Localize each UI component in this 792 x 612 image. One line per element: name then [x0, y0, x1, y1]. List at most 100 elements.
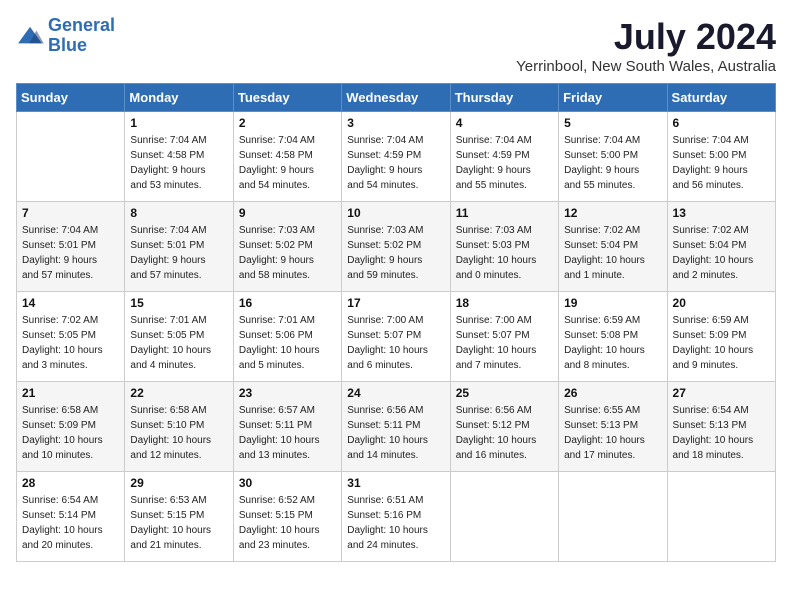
calendar-cell: 22 Sunrise: 6:58 AMSunset: 5:10 PMDayligh… [125, 382, 233, 472]
day-info: Sunrise: 7:03 AMSunset: 5:02 PMDaylight:… [239, 223, 336, 283]
day-number: 15 [130, 296, 227, 310]
day-info: Sunrise: 6:59 AMSunset: 5:09 PMDaylight:… [673, 313, 770, 373]
day-info: Sunrise: 7:04 AMSunset: 4:59 PMDaylight:… [347, 133, 444, 193]
day-number: 21 [22, 386, 119, 400]
day-info: Sunrise: 7:04 AMSunset: 4:58 PMDaylight:… [130, 133, 227, 193]
day-number: 28 [22, 476, 119, 490]
day-number: 4 [456, 116, 553, 130]
day-number: 27 [673, 386, 770, 400]
day-number: 17 [347, 296, 444, 310]
calendar-cell: 23 Sunrise: 6:57 AMSunset: 5:11 PMDayligh… [233, 382, 341, 472]
logo-text: General Blue [48, 16, 115, 56]
day-number: 8 [130, 206, 227, 220]
calendar-cell: 7 Sunrise: 7:04 AMSunset: 5:01 PMDaylight… [17, 202, 125, 292]
day-number: 16 [239, 296, 336, 310]
calendar-week-5: 28 Sunrise: 6:54 AMSunset: 5:14 PMDayligh… [17, 472, 776, 562]
calendar-week-1: 1 Sunrise: 7:04 AMSunset: 4:58 PMDaylight… [17, 112, 776, 202]
day-number: 22 [130, 386, 227, 400]
day-number: 31 [347, 476, 444, 490]
day-info: Sunrise: 7:04 AMSunset: 5:00 PMDaylight:… [564, 133, 661, 193]
title-block: July 2024 Yerrinbool, New South Wales, A… [516, 16, 776, 75]
day-info: Sunrise: 7:01 AMSunset: 5:05 PMDaylight:… [130, 313, 227, 373]
calendar-cell: 4Sunrise: 7:04 AMSunset: 4:59 PMDaylight… [450, 112, 558, 202]
page-header: General Blue July 2024 Yerrinbool, New S… [16, 16, 776, 75]
col-header-sunday: Sunday [17, 84, 125, 112]
day-info: Sunrise: 7:04 AMSunset: 4:58 PMDaylight:… [239, 133, 336, 193]
calendar-cell: 1 Sunrise: 7:04 AMSunset: 4:58 PMDaylight… [125, 112, 233, 202]
calendar-cell: 29Sunrise: 6:53 AMSunset: 5:15 PMDayligh… [125, 472, 233, 562]
day-info: Sunrise: 6:54 AMSunset: 5:14 PMDaylight:… [22, 493, 119, 553]
day-info: Sunrise: 7:04 AMSunset: 5:01 PMDaylight:… [22, 223, 119, 283]
day-number: 29 [130, 476, 227, 490]
day-info: Sunrise: 7:00 AMSunset: 5:07 PMDaylight:… [456, 313, 553, 373]
calendar-cell [667, 472, 775, 562]
day-info: Sunrise: 7:04 AMSunset: 5:01 PMDaylight:… [130, 223, 227, 283]
day-info: Sunrise: 7:00 AMSunset: 5:07 PMDaylight:… [347, 313, 444, 373]
calendar-cell: 11Sunrise: 7:03 AMSunset: 5:03 PMDayligh… [450, 202, 558, 292]
col-header-tuesday: Tuesday [233, 84, 341, 112]
day-info: Sunrise: 6:59 AMSunset: 5:08 PMDaylight:… [564, 313, 661, 373]
calendar-body: 1 Sunrise: 7:04 AMSunset: 4:58 PMDaylight… [17, 112, 776, 562]
calendar-cell: 24Sunrise: 6:56 AMSunset: 5:11 PMDayligh… [342, 382, 450, 472]
day-info: Sunrise: 7:03 AMSunset: 5:02 PMDaylight:… [347, 223, 444, 283]
calendar-cell: 15 Sunrise: 7:01 AMSunset: 5:05 PMDayligh… [125, 292, 233, 382]
day-number: 23 [239, 386, 336, 400]
day-info: Sunrise: 7:04 AMSunset: 5:00 PMDaylight:… [673, 133, 770, 193]
col-header-saturday: Saturday [667, 84, 775, 112]
calendar-cell: 25 Sunrise: 6:56 AMSunset: 5:12 PMDayligh… [450, 382, 558, 472]
day-info: Sunrise: 6:56 AMSunset: 5:12 PMDaylight:… [456, 403, 553, 463]
day-info: Sunrise: 6:51 AMSunset: 5:16 PMDaylight:… [347, 493, 444, 553]
day-number: 9 [239, 206, 336, 220]
location-title: Yerrinbool, New South Wales, Australia [516, 58, 776, 75]
calendar-cell: 5 Sunrise: 7:04 AMSunset: 5:00 PMDaylight… [559, 112, 667, 202]
day-info: Sunrise: 6:57 AMSunset: 5:11 PMDaylight:… [239, 403, 336, 463]
calendar-cell: 27Sunrise: 6:54 AMSunset: 5:13 PMDayligh… [667, 382, 775, 472]
calendar-cell: 12Sunrise: 7:02 AMSunset: 5:04 PMDayligh… [559, 202, 667, 292]
day-number: 14 [22, 296, 119, 310]
day-number: 1 [130, 116, 227, 130]
day-number: 5 [564, 116, 661, 130]
day-number: 6 [673, 116, 770, 130]
col-header-thursday: Thursday [450, 84, 558, 112]
day-number: 2 [239, 116, 336, 130]
day-number: 7 [22, 206, 119, 220]
day-number: 20 [673, 296, 770, 310]
calendar-week-4: 21Sunrise: 6:58 AMSunset: 5:09 PMDayligh… [17, 382, 776, 472]
day-number: 26 [564, 386, 661, 400]
day-info: Sunrise: 7:01 AMSunset: 5:06 PMDaylight:… [239, 313, 336, 373]
day-number: 19 [564, 296, 661, 310]
calendar-header-row: SundayMondayTuesdayWednesdayThursdayFrid… [17, 84, 776, 112]
calendar-cell: 17 Sunrise: 7:00 AMSunset: 5:07 PMDayligh… [342, 292, 450, 382]
day-info: Sunrise: 7:02 AMSunset: 5:04 PMDaylight:… [673, 223, 770, 283]
calendar-cell: 20 Sunrise: 6:59 AMSunset: 5:09 PMDayligh… [667, 292, 775, 382]
calendar-cell: 3 Sunrise: 7:04 AMSunset: 4:59 PMDaylight… [342, 112, 450, 202]
calendar-cell: 28 Sunrise: 6:54 AMSunset: 5:14 PMDayligh… [17, 472, 125, 562]
calendar-cell: 31 Sunrise: 6:51 AMSunset: 5:16 PMDayligh… [342, 472, 450, 562]
calendar-cell [17, 112, 125, 202]
day-info: Sunrise: 6:58 AMSunset: 5:10 PMDaylight:… [130, 403, 227, 463]
calendar-cell [450, 472, 558, 562]
col-header-friday: Friday [559, 84, 667, 112]
calendar-cell: 26Sunrise: 6:55 AMSunset: 5:13 PMDayligh… [559, 382, 667, 472]
day-info: Sunrise: 6:52 AMSunset: 5:15 PMDaylight:… [239, 493, 336, 553]
calendar-table: SundayMondayTuesdayWednesdayThursdayFrid… [16, 83, 776, 562]
day-number: 3 [347, 116, 444, 130]
day-number: 12 [564, 206, 661, 220]
calendar-cell: 13Sunrise: 7:02 AMSunset: 5:04 PMDayligh… [667, 202, 775, 292]
calendar-cell: 16 Sunrise: 7:01 AMSunset: 5:06 PMDayligh… [233, 292, 341, 382]
calendar-cell: 9 Sunrise: 7:03 AMSunset: 5:02 PMDaylight… [233, 202, 341, 292]
day-info: Sunrise: 6:56 AMSunset: 5:11 PMDaylight:… [347, 403, 444, 463]
calendar-cell: 18Sunrise: 7:00 AMSunset: 5:07 PMDayligh… [450, 292, 558, 382]
day-number: 25 [456, 386, 553, 400]
logo: General Blue [16, 16, 115, 56]
day-number: 30 [239, 476, 336, 490]
col-header-monday: Monday [125, 84, 233, 112]
calendar-cell [559, 472, 667, 562]
day-number: 11 [456, 206, 553, 220]
calendar-week-2: 7 Sunrise: 7:04 AMSunset: 5:01 PMDaylight… [17, 202, 776, 292]
calendar-cell: 6 Sunrise: 7:04 AMSunset: 5:00 PMDaylight… [667, 112, 775, 202]
calendar-cell: 14Sunrise: 7:02 AMSunset: 5:05 PMDayligh… [17, 292, 125, 382]
calendar-cell: 2 Sunrise: 7:04 AMSunset: 4:58 PMDaylight… [233, 112, 341, 202]
day-number: 10 [347, 206, 444, 220]
calendar-cell: 8 Sunrise: 7:04 AMSunset: 5:01 PMDaylight… [125, 202, 233, 292]
